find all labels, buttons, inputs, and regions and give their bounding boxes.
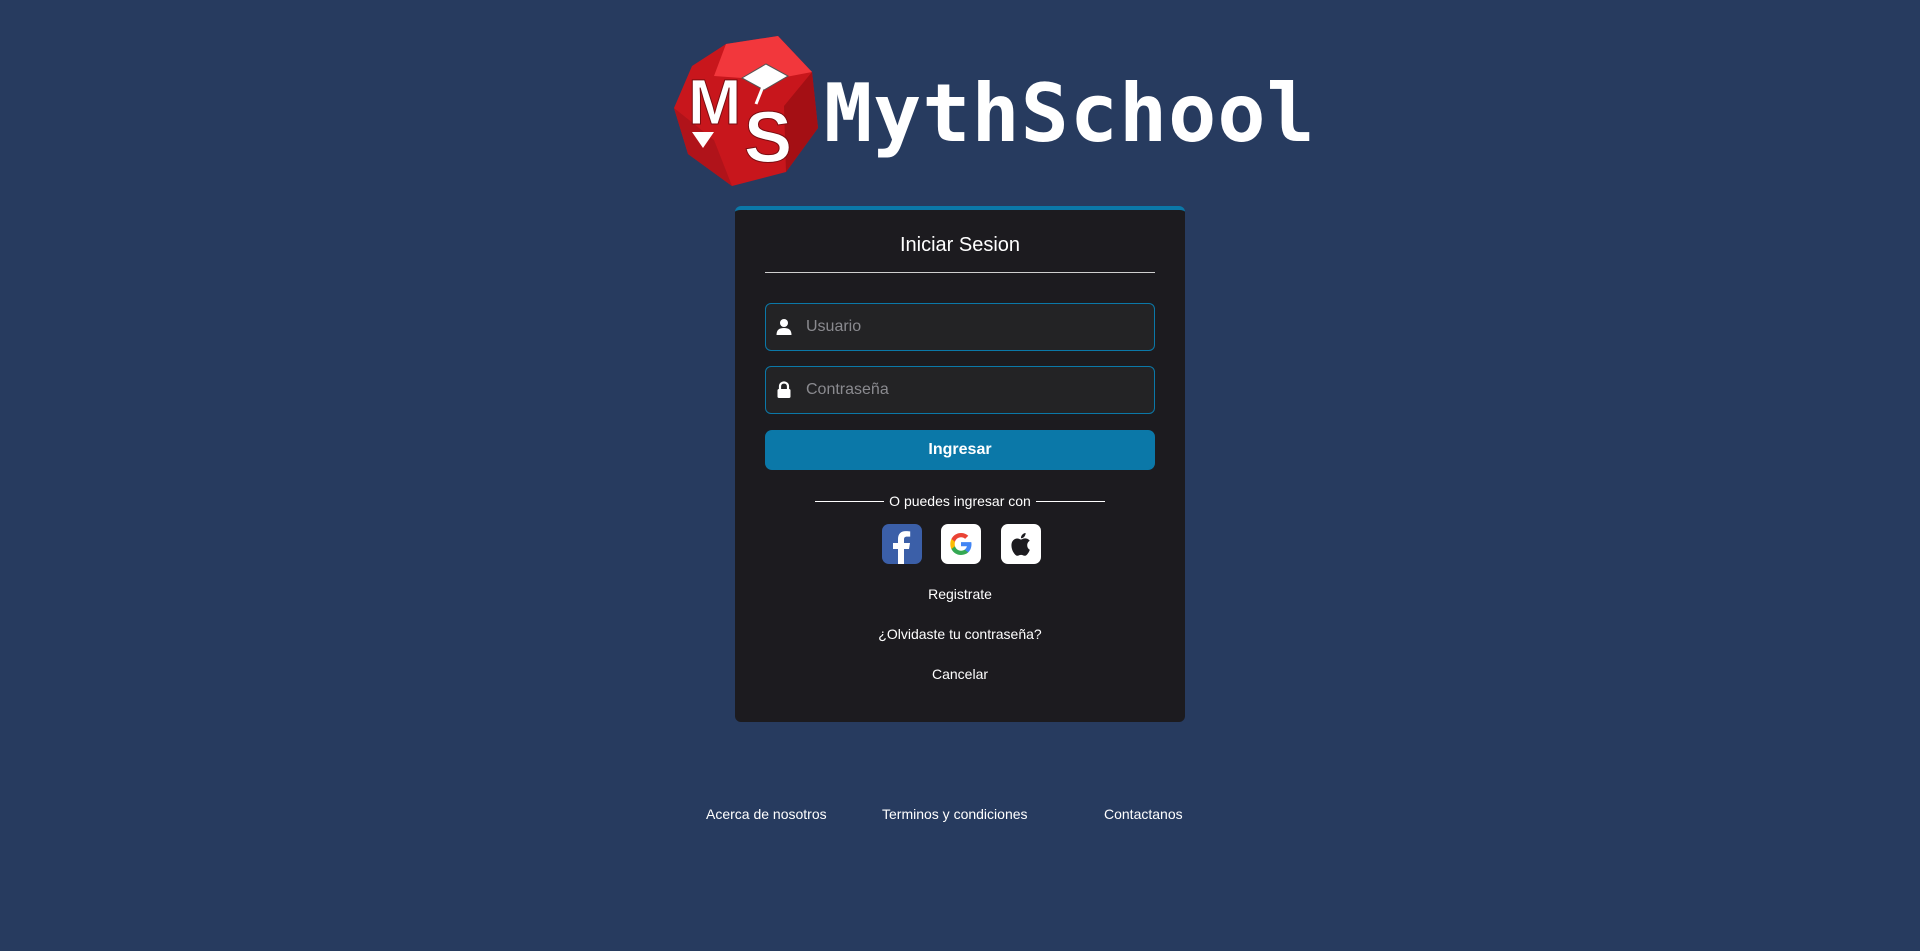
password-input[interactable] — [806, 367, 1146, 413]
login-card: Iniciar Sesion Ingresar O puedes ingresa… — [735, 206, 1185, 722]
facebook-login-button[interactable] — [882, 524, 922, 564]
footer-terms-link[interactable]: Terminos y condiciones — [882, 806, 1028, 822]
svg-text:M: M — [688, 66, 741, 138]
brand-name: MythSchool — [824, 67, 1316, 160]
login-title: Iniciar Sesion — [899, 234, 1021, 256]
user-icon — [776, 319, 792, 335]
divider-text: O puedes ingresar con — [889, 493, 1031, 509]
apple-login-button[interactable] — [1001, 524, 1041, 564]
footer-contact-link[interactable]: Contactanos — [1104, 806, 1183, 822]
facebook-icon — [893, 531, 911, 564]
register-link[interactable]: Registrate — [735, 586, 1185, 602]
divider-line-right — [1035, 500, 1105, 502]
lock-icon — [777, 381, 791, 398]
apple-icon — [1011, 533, 1030, 556]
google-icon — [950, 533, 972, 555]
password-field[interactable] — [765, 366, 1155, 414]
social-divider: O puedes ingresar con — [735, 491, 1185, 511]
svg-text:S: S — [744, 98, 792, 178]
brand-logo: M S MythSchool — [674, 36, 1315, 186]
forgot-password-link[interactable]: ¿Olvidaste tu contraseña? — [735, 626, 1185, 642]
cancel-link[interactable]: Cancelar — [735, 666, 1185, 682]
google-login-button[interactable] — [941, 524, 981, 564]
divider-line-left — [815, 500, 885, 502]
mythschool-logo-mark: M S — [674, 36, 818, 186]
title-divider — [765, 272, 1155, 273]
username-input[interactable] — [806, 304, 1146, 350]
username-field[interactable] — [765, 303, 1155, 351]
login-button[interactable]: Ingresar — [765, 430, 1155, 470]
footer-about-link[interactable]: Acerca de nosotros — [706, 806, 827, 822]
